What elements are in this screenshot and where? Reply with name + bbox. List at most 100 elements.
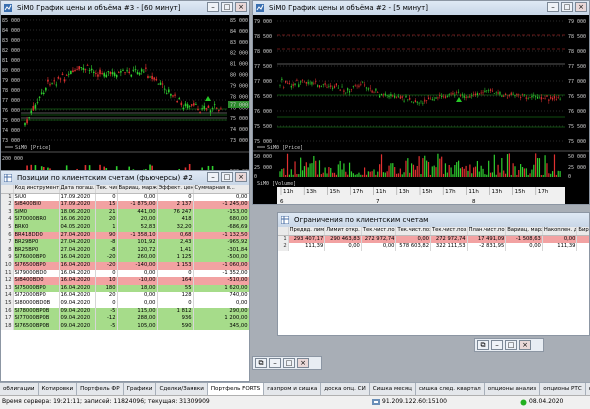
minimize-button[interactable]: – <box>269 358 281 368</box>
price-tick-label: 79 000 <box>2 78 20 84</box>
positions-column-header[interactable]: Эффект. цена <box>157 185 194 194</box>
positions-table-row[interactable]: 17 SI77000BP0B 09.04.2020 -12 288,00 936 1 200… <box>1 315 249 323</box>
time-tick-label: 13h <box>306 189 317 195</box>
maximize-button[interactable]: □ <box>221 2 233 12</box>
minimize-button[interactable]: – <box>547 2 559 12</box>
positions-table-row[interactable]: 1 SiU0 17.09.2020 0 0,00 0 0,00 <box>1 193 249 202</box>
positions-table-row[interactable]: 8 BR25BP0 27.04.2020 -8 120,72 1,41 -301,84 <box>1 246 249 255</box>
limits-table-container[interactable]: Предвд. лим. Лимит откр. п Тек.чист.поз. Те… <box>278 227 589 335</box>
positions-column-header[interactable]: Вариац. маржа <box>117 185 158 194</box>
positions-column-header[interactable]: Суммарная в... <box>193 185 249 194</box>
candle-body <box>465 96 467 99</box>
candle-body <box>34 104 37 109</box>
positions-table-row[interactable]: 18 SI76500BP0B 09.04.2020 -5 105,00 590 345,00 <box>1 322 249 331</box>
price-chart-5min[interactable]: 79 000 79 000 78 500 78 500 78 000 78 000 77 5… <box>253 15 589 204</box>
positions-table-row[interactable]: 10 SI76500BP0 16.04.2020 -20 -140,00 1 153 -1 … <box>1 261 249 270</box>
restore-icon[interactable]: ⧉ <box>255 358 267 368</box>
positions-table-row[interactable]: 9 SI76000BP0 16.04.2020 -20 260,00 1 125 -500,… <box>1 254 249 262</box>
positions-column-header[interactable] <box>1 185 14 194</box>
volume-series-label: SiM0 [Volume] <box>257 181 296 187</box>
candle-body <box>448 94 450 95</box>
candle-body <box>113 72 116 76</box>
chart-window-hourly-titlebar[interactable]: SiM0 График цены и объёма #3 - [60 минут… <box>1 1 249 16</box>
limits-column-header[interactable]: Вариац. маржа <box>505 227 543 236</box>
close-button[interactable]: × <box>297 358 309 368</box>
candle-body <box>193 103 195 106</box>
maximize-button[interactable]: □ <box>505 340 517 350</box>
limits-window-titlebar[interactable]: Ограничения по клиентским счетам <box>278 213 589 228</box>
positions-table-row[interactable]: 16 SI78000BP0B 09.04.2020 -5 115,00 1 812 290,… <box>1 307 249 316</box>
maximize-button[interactable]: □ <box>283 358 295 368</box>
minimize-button[interactable]: – <box>491 340 503 350</box>
price-chart-hourly[interactable]: 85 000 84 000 83 000 82 000 81 000 80 000 79 0… <box>1 15 249 192</box>
positions-table-row[interactable]: 11 SI79000BD0 16.04.2020 0 0,00 0 -1 352,00 <box>1 269 249 278</box>
limits-column-header[interactable] <box>278 227 289 236</box>
minimize-button[interactable]: – <box>207 2 219 12</box>
positions-table-row[interactable]: 4 SI70000BR0 16.06.2020 20 20,00 418 680,00 <box>1 216 249 224</box>
positions-table-row[interactable]: 6 BR418DD0 27.04.2020 90 -1 358,10 0,68 -1 132… <box>1 231 249 240</box>
positions-table-row[interactable]: 14 SI72000BP0 16.04.2020 20 0,00 128 740,00 <box>1 292 249 300</box>
minimized-window-right[interactable]: ⧉ – □ × <box>474 338 544 352</box>
volume-bar <box>501 158 503 177</box>
volume-bar <box>491 172 494 177</box>
volume-bar <box>411 163 413 177</box>
limits-column-header[interactable]: Тек.чист.поз. <box>361 227 397 236</box>
positions-window-titlebar[interactable]: Позиции по клиентским счетам (фьючерсы) … <box>1 171 249 186</box>
positions-table-row[interactable]: 13 SI75000BP0 16.04.2020 180 18,00 55 1 620,00 <box>1 284 249 293</box>
positions-table-row[interactable]: 12 SiB400BD0 16.04.2020 10 -10,00 164 -510,00 <box>1 277 249 285</box>
maximize-button[interactable]: □ <box>561 2 573 12</box>
positions-table-row[interactable]: 5 BRK0 04.05.2020 1 52,83 32,20 -686,69 <box>1 223 249 232</box>
positions-column-header[interactable]: Код инструмента <box>13 185 60 194</box>
limits-table[interactable]: Предвд. лим. Лимит откр. п Тек.чист.поз. Те… <box>278 227 589 251</box>
maximize-button[interactable]: □ <box>221 172 233 182</box>
limits-cell-c2: 290 463,83 <box>324 235 362 244</box>
minimized-window-left[interactable]: ⧉ – □ × <box>252 356 322 370</box>
volume-tick-label: 0 <box>254 174 257 180</box>
candle-body <box>107 71 110 73</box>
volume-tick-label: 200 000 <box>2 156 23 162</box>
candle-body <box>218 110 220 111</box>
positions-table-row[interactable]: 15 SI80000BD0B 09.04.2020 0 0,00 0 0,00 <box>1 299 249 308</box>
positions-table-row[interactable]: 7 BR29BP0 27.04.2020 -8 101,92 2,43 -965,92 <box>1 239 249 247</box>
candle-body <box>318 85 321 88</box>
limits-cell-c6: 17 491,09 <box>467 235 507 244</box>
restore-icon[interactable]: ⧉ <box>477 340 489 350</box>
close-button[interactable]: × <box>519 340 531 350</box>
price-tick-label-right: 83 000 <box>230 40 248 46</box>
limits-table-row[interactable]: 2 111,39 0,00 0,00 578 603,82 322 111,53 -2 83… <box>278 243 589 251</box>
candle-body <box>174 94 176 96</box>
limits-column-header[interactable]: Накоплен. д <box>542 227 578 236</box>
positions-table-row[interactable]: 3 SiM0 18.06.2020 21 441,00 76 247 -153,00 <box>1 208 249 217</box>
limits-column-header[interactable]: Предвд. лим. <box>288 227 326 236</box>
positions-table-container[interactable]: Код инструментаДата погаш.Тек. чист.поз.… <box>1 185 249 381</box>
limits-column-header[interactable]: Тек.чист.поз. ( <box>430 227 468 236</box>
limits-column-header[interactable]: План.чист.поз. <box>467 227 507 236</box>
candle-body <box>471 95 473 97</box>
positions-cell-pos: -12 <box>95 315 118 323</box>
candle-body <box>364 84 366 86</box>
limits-column-header[interactable]: Биржевые с <box>576 227 589 236</box>
positions-column-header[interactable]: Тек. чист.поз. <box>95 185 118 194</box>
positions-cell-date: 27.04.2020 <box>59 239 96 247</box>
positions-table-row[interactable]: 2 SiB400BI0 17.09.2020 15 -1 875,00 2 137 -1 2… <box>1 201 249 209</box>
candle-body <box>333 85 336 88</box>
chart-window-5min-titlebar[interactable]: SiM0 График цены и объёма #2 - [5 минут]… <box>253 1 589 16</box>
price-tick-label: 83 000 <box>2 38 20 44</box>
positions-table[interactable]: Код инструментаДата погаш.Тек. чист.поз.… <box>1 185 249 331</box>
price-tick-label-right: 81 000 <box>230 62 248 68</box>
limits-table-row[interactable]: 1 293 407,17 290 463,83 272 972,74 0,00 272 9… <box>278 235 589 244</box>
candle-body <box>529 97 531 98</box>
candle-body <box>311 81 313 85</box>
limits-column-header[interactable]: Тек.чист.поз. <box>395 227 431 236</box>
candle-body <box>463 95 465 98</box>
limits-column-header[interactable]: Лимит откр. п <box>324 227 362 236</box>
close-button[interactable]: × <box>235 2 247 12</box>
close-button[interactable]: × <box>575 2 587 12</box>
positions-cell-code: SI76000BP0 <box>13 254 60 262</box>
close-button[interactable]: × <box>235 172 247 182</box>
price-tick-label: 79 000 <box>254 19 272 25</box>
minimize-button[interactable]: – <box>207 172 219 182</box>
volume-bar <box>452 174 454 177</box>
positions-column-header[interactable]: Дата погаш. <box>59 185 96 194</box>
positions-cell-vm: 101,92 <box>117 239 158 247</box>
